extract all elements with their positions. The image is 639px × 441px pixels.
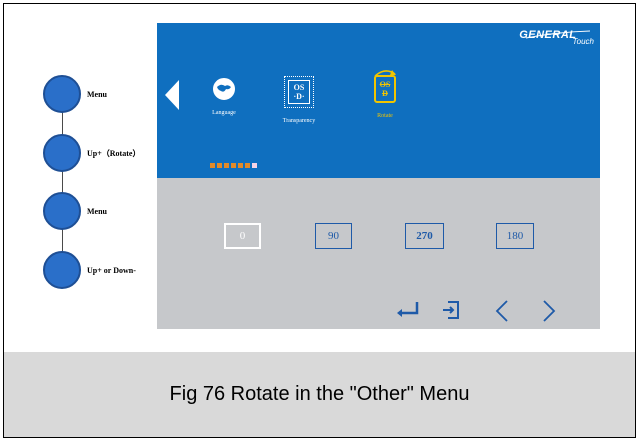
rotate-option-90[interactable]: 90 [315, 223, 352, 249]
step-3: Menu [43, 192, 107, 230]
page-dot [238, 163, 243, 168]
figure-caption: Fig 76 Rotate in the "Other" Menu [169, 383, 470, 405]
osd-panel: GENERALTouch Language OS ·D· Transparenc… [157, 23, 600, 329]
menu-item-transparency-label: Transparency [282, 118, 316, 124]
menu-item-transparency[interactable]: OS ·D· Transparency [264, 76, 334, 124]
chevron-right-icon[interactable] [540, 299, 558, 323]
step-2-dot [43, 134, 81, 172]
exit-icon[interactable] [441, 299, 461, 321]
rotate-option-270[interactable]: 270 [405, 223, 444, 249]
page-dot [217, 163, 222, 168]
step-2: Up+（Rotate） [43, 134, 141, 172]
step-1: Menu [43, 75, 107, 113]
step-4: Up+ or Down- [43, 251, 136, 289]
page-dot [245, 163, 250, 168]
chevron-left-icon[interactable] [493, 299, 511, 323]
menu-item-rotate[interactable]: OS D Rotate [360, 67, 410, 119]
rotate-option-0[interactable]: 0 [224, 223, 261, 249]
step-2-label: Up+（Rotate） [87, 148, 141, 158]
osd-transparency-icon: OS ·D· [284, 76, 314, 108]
menu-item-language[interactable]: Language [199, 78, 249, 116]
rotate-option-180[interactable]: 180 [496, 223, 534, 249]
step-3-dot [43, 192, 81, 230]
step-1-label: Menu [87, 89, 107, 99]
page-dot [210, 163, 215, 168]
page-dot [224, 163, 229, 168]
page-dot-active [252, 163, 257, 168]
globe-icon [213, 78, 235, 100]
brand-swoosh-icon [525, 30, 591, 39]
osd-menu-area: GENERALTouch Language OS ·D· Transparenc… [157, 23, 600, 178]
caption-bar: Fig 76 Rotate in the "Other" Menu [4, 352, 635, 437]
step-4-dot [43, 251, 81, 289]
enter-icon[interactable] [395, 299, 421, 319]
step-1-dot [43, 75, 81, 113]
step-connector-line [62, 93, 63, 271]
step-4-label: Up+ or Down- [87, 265, 136, 275]
page-indicator [210, 163, 257, 168]
osd-options-area [157, 178, 600, 329]
menu-item-rotate-label: Rotate [377, 113, 393, 119]
menu-item-language-label: Language [212, 110, 236, 116]
step-3-label: Menu [87, 206, 107, 216]
page-dot [231, 163, 236, 168]
menu-prev-arrow[interactable] [165, 80, 179, 110]
rotate-icon: OS D [374, 75, 396, 103]
